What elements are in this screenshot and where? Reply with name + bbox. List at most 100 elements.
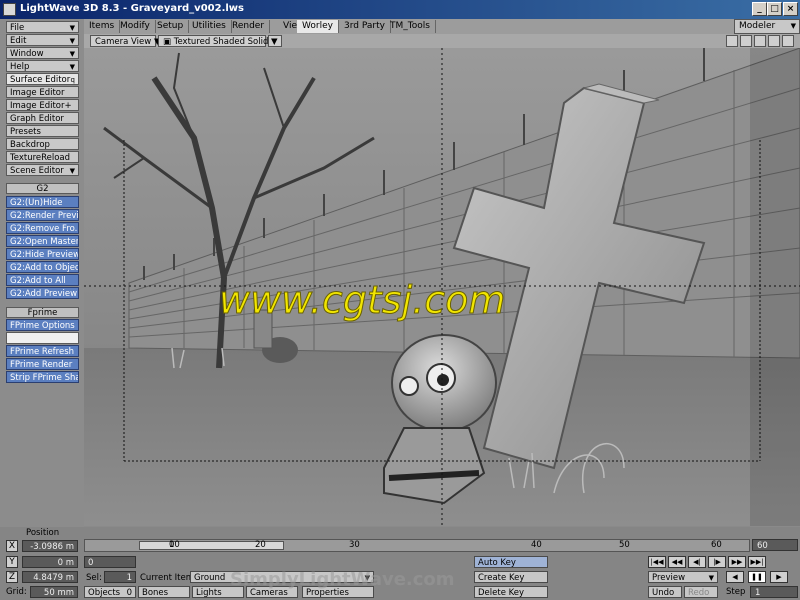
position-label: Position [26,528,60,538]
timeline-tick: 40 [531,540,542,550]
g2-add-preview-button[interactable]: G2:Add Preview [6,287,79,299]
edit-menu[interactable]: Edit ▼ [6,34,79,46]
maximize-button[interactable]: □ [767,2,782,16]
chevron-down-icon: ▼ [69,37,75,45]
chevron-down-icon: ▼ [790,22,796,30]
z-position-field[interactable]: 4.8479 m [22,571,78,583]
x-axis-toggle[interactable]: X [6,540,18,552]
tab-worley[interactable]: Worley [297,20,339,33]
next-frame-icon[interactable]: |▶ [708,556,726,568]
help-menu[interactable]: Help ▼ [6,60,79,72]
bottom-watermark: SimplyLightWave.com [230,569,455,590]
texture-reload-button[interactable]: TextureReload [6,151,79,163]
y-axis-toggle[interactable]: Y [6,556,18,568]
shading-mode-dropdown[interactable]: ▣ Textured Shaded Solid▼ [158,35,275,47]
presets-button[interactable]: Presets [6,125,79,137]
grid-size-field[interactable]: 50 mm [30,586,78,598]
surface-editor-button[interactable]: Surface Editor q [6,73,79,85]
step-field[interactable]: 1 [750,586,798,598]
timeline-tick: 50 [619,540,630,550]
graph-editor-button[interactable]: Graph Editor [6,112,79,124]
viewport-grid-icon[interactable] [740,35,752,47]
g2-header: G2 [6,183,79,194]
tab-utilities[interactable]: Utilities [187,20,232,33]
tab-setup[interactable]: Setup [152,20,190,33]
chevron-down-icon: ▼ [708,574,714,582]
viewport-maximize-icon[interactable] [782,35,794,47]
play-icon[interactable]: ▶ [770,571,788,583]
tab-modify[interactable]: Modify [115,20,156,33]
current-frame-marker: 0 [169,540,175,550]
scene-editor-button[interactable]: Scene Editor ▼ [6,164,79,176]
backdrop-button[interactable]: Backdrop [6,138,79,150]
tab-bar: Items Modify Setup Utilities Render View… [84,19,800,34]
fprime-header: Fprime [6,307,79,318]
timeline-tick: 60 [711,540,722,550]
g2-hide-previews-button[interactable]: G2:Hide Previews [6,248,79,260]
next-key-icon[interactable]: ▶▶ [728,556,746,568]
window-title: LightWave 3D 8.3 - Graveyard_v002.lws [20,3,244,14]
first-frame-icon[interactable]: |◀◀ [648,556,666,568]
fprime-refresh-button[interactable]: FPrime Refresh [6,345,79,357]
title-bar: LightWave 3D 8.3 - Graveyard_v002.lws _ … [0,0,800,19]
chevron-down-icon: ▼ [271,37,278,47]
previous-frame-icon[interactable]: ◀| [688,556,706,568]
tab-render[interactable]: Render [227,20,271,33]
bottom-panel: Position X -3.0986 m Y 0 m Z 4.8479 m Gr… [0,527,800,600]
z-axis-toggle[interactable]: Z [6,571,18,583]
frame-start-field[interactable]: 0 [84,556,136,568]
camera-viewport[interactable]: www.cgtsj.com [84,48,800,526]
image-editor-button[interactable]: Image Editor [6,86,79,98]
viewport-options-dropdown[interactable]: ▼ [268,35,282,47]
g2-open-master-button[interactable]: G2:Open Master [6,235,79,247]
fprime-options-button[interactable]: FPrime Options [6,319,79,331]
play-reverse-icon[interactable]: ◀ [726,571,744,583]
viewport-rotate-icon[interactable] [768,35,780,47]
strip-fprime-shaders-button[interactable]: Strip FPrime Sha.. [6,371,79,383]
sel-label: Sel: [86,573,102,583]
chevron-down-icon: ▼ [69,50,75,58]
timeline-tick: 30 [349,540,360,550]
chevron-down-icon: ▼ [69,24,75,32]
file-menu[interactable]: File ▼ [6,21,79,33]
g2-unhide-button[interactable]: G2:(Un)Hide [6,196,79,208]
grid-label: Grid: [6,587,27,597]
pause-icon[interactable]: ❚❚ [748,571,766,583]
bones-button[interactable]: Bones [138,586,190,598]
chevron-down-icon: ▼ [69,63,75,71]
preview-dropdown[interactable]: Preview ▼ [648,571,718,583]
chevron-down-icon: ▼ [69,167,75,175]
left-toolbar: File ▼ Edit ▼ Window ▼ Help ▼ Surface Editor… [0,19,84,527]
frame-end-field[interactable]: 60 [752,539,798,551]
viewport-move-icon[interactable] [754,35,766,47]
sel-count-field: 1 [104,571,136,583]
current-item-label: Current Item [140,573,194,583]
shading-icon: ▣ [163,37,174,47]
modeler-button[interactable]: Modeler ▼ [734,19,800,34]
g2-add-to-all-button[interactable]: G2:Add to All [6,274,79,286]
y-position-field[interactable]: 0 m [22,556,78,568]
last-frame-icon[interactable]: ▶▶| [748,556,766,568]
image-editor-plus-button[interactable]: Image Editor+ [6,99,79,111]
previous-key-icon[interactable]: ◀◀ [668,556,686,568]
tab-3rd-party[interactable]: 3rd Party [339,20,391,33]
x-position-field[interactable]: -3.0986 m [22,540,78,552]
view-mode-dropdown[interactable]: Camera View ▼ [90,35,160,47]
viewport-layout-icon[interactable] [726,35,738,47]
undo-button[interactable]: Undo [648,586,682,598]
g2-remove-from-button[interactable]: G2:Remove Fro.. [6,222,79,234]
window-menu[interactable]: Window ▼ [6,47,79,59]
create-key-button[interactable]: Create Key [474,571,548,583]
tab-tm-tools[interactable]: TM_Tools [385,20,436,33]
timeline[interactable]: 10 20 30 40 50 60 0 [84,539,750,552]
g2-render-preview-button[interactable]: G2:Render Previ.. [6,209,79,221]
g2-add-to-objects-button[interactable]: G2:Add to Objects [6,261,79,273]
redo-button[interactable]: Redo [684,586,718,598]
auto-key-button[interactable]: Auto Key [474,556,548,568]
fprime-blank-slot [6,332,79,344]
minimize-button[interactable]: _ [752,2,767,16]
objects-button[interactable]: Objects 0 [84,586,136,598]
close-button[interactable]: × [783,2,798,16]
fprime-render-button[interactable]: FPrime Render [6,358,79,370]
delete-key-button[interactable]: Delete Key [474,586,548,598]
